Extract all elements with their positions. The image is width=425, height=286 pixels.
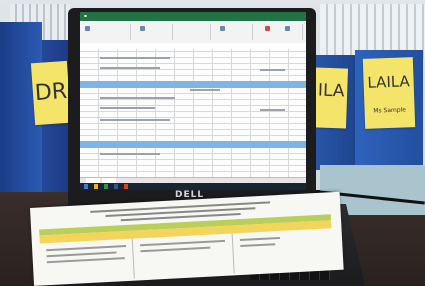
laptop-screen: ▪ <box>80 12 306 190</box>
paste-icon <box>85 26 90 31</box>
app-icon <box>124 184 128 189</box>
ribbon-group <box>174 24 211 40</box>
insert-icon <box>265 26 270 31</box>
doc-text <box>239 236 280 242</box>
format-icon <box>140 26 145 31</box>
sticky-note-laila: LAILA Ms Sample <box>362 57 416 129</box>
ribbon-group <box>212 24 253 40</box>
doc-column-line <box>131 238 135 279</box>
taskbar <box>80 183 306 190</box>
cell-text <box>100 97 175 99</box>
sort-icon <box>285 26 290 31</box>
start-icon <box>84 184 88 189</box>
doc-text <box>46 251 117 258</box>
cell-text <box>100 107 155 109</box>
ribbon-group <box>132 24 173 40</box>
doc-column-line <box>231 233 235 274</box>
sticky-note-laila-sub: Ms Sample <box>373 106 407 115</box>
ribbon <box>80 21 306 44</box>
ribbon-tab-bar: ▪ <box>80 12 306 21</box>
spreadsheet-grid <box>80 49 306 177</box>
cell-text <box>100 67 160 69</box>
cell-text <box>100 119 170 121</box>
doc-text <box>46 245 127 252</box>
sticky-note-ila: ILA <box>313 67 349 129</box>
cell-text <box>100 57 170 59</box>
sticky-note-dr: DR <box>30 60 72 126</box>
highlighted-row <box>80 141 306 148</box>
style-icon <box>220 26 225 31</box>
printed-document <box>30 191 344 286</box>
cell-text <box>260 69 285 71</box>
doc-text <box>140 246 211 253</box>
doc-text <box>140 239 226 247</box>
photo-scene: DR ILA LAILA Ms Sample ▪ DELL <box>0 0 425 286</box>
doc-text <box>240 243 276 248</box>
doc-text <box>46 257 125 264</box>
ribbon-group <box>100 24 131 40</box>
cell-text <box>100 153 160 155</box>
cell-text <box>260 109 285 111</box>
word-icon <box>114 184 118 189</box>
ribbon-tab: ▪ <box>84 13 87 18</box>
highlighted-row <box>80 81 306 88</box>
ribbon-group <box>254 24 303 40</box>
cell-text <box>190 89 220 91</box>
folder-icon <box>94 184 98 189</box>
excel-icon <box>104 184 108 189</box>
sticky-note-laila-title: LAILA <box>367 72 411 92</box>
